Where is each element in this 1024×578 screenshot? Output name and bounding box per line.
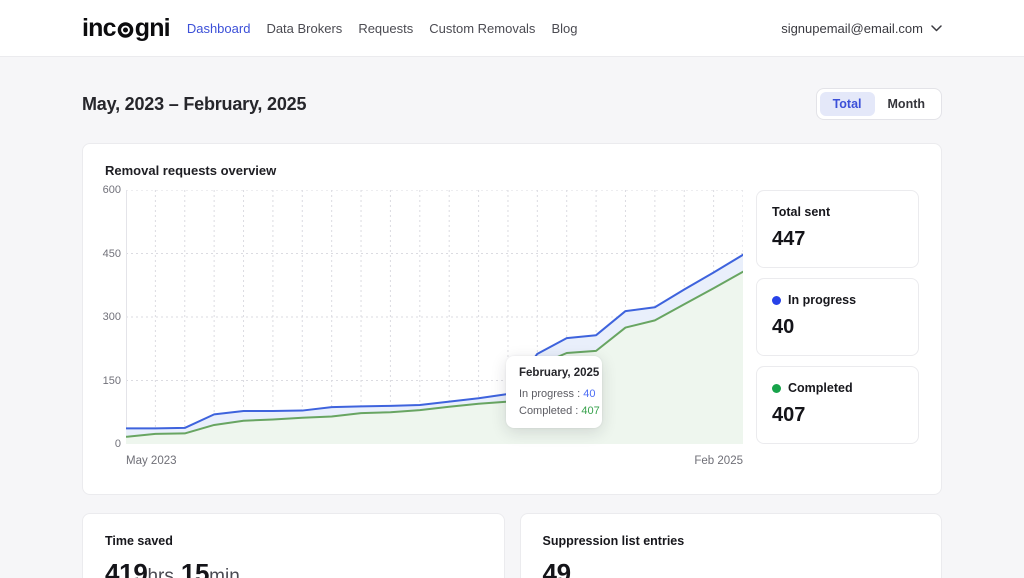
stat-label-total-sent: Total sent (772, 205, 831, 219)
removal-requests-card: Removal requests overview 0 150 300 450 600 … (82, 143, 942, 495)
logo-o-icon (117, 22, 134, 38)
x-axis-labels: May 2023 Feb 2025 (126, 455, 743, 467)
account-menu-trigger[interactable]: signupemail@email.com (781, 21, 942, 36)
time-saved-minutes: 15 (173, 558, 210, 578)
time-saved-card: Time saved 419hrs 15min (82, 513, 505, 578)
stat-card-completed: Completed 407 (756, 366, 919, 444)
y-axis-tick-label: 600 (102, 184, 121, 196)
nav-item-custom-removals[interactable]: Custom Removals (429, 21, 535, 36)
dashboard-main: May, 2023 – February, 2025 Total Month R… (0, 88, 1024, 578)
tooltip-title: February, 2025 (519, 367, 600, 379)
chart-area: 0 150 300 450 600 February, 2025 In progress… (102, 184, 743, 467)
in-progress-dot-icon (772, 295, 781, 305)
chart-tooltip: February, 2025 In progress : 40 Complete… (506, 356, 602, 428)
stat-label-completed: Completed (788, 381, 853, 395)
suppression-value: 49 (542, 558, 572, 578)
nav-item-requests[interactable]: Requests (358, 21, 413, 36)
stat-card-in-progress: In progress 40 (756, 278, 919, 356)
stat-label-in-progress: In progress (788, 293, 857, 307)
area-chart (126, 190, 743, 444)
main-nav: Dashboard Data Brokers Requests Custom R… (187, 21, 578, 36)
chart-stats-column: Total sent 447 In progress 40 Completed (756, 190, 919, 467)
x-axis-label-start: May 2023 (126, 455, 177, 467)
period-toggle: Total Month (815, 88, 942, 120)
time-saved-hours: 419 (105, 558, 148, 578)
logo-text-prefix: inc (82, 13, 117, 42)
toggle-month-button[interactable]: Month (875, 92, 938, 116)
logo-text-suffix: gni (134, 13, 171, 42)
account-email: signupemail@email.com (781, 20, 923, 36)
tooltip-row-in-progress: In progress : 40 (519, 388, 596, 400)
page-title: May, 2023 – February, 2025 (82, 93, 307, 114)
chart-plot[interactable]: February, 2025 In progress : 40 Complete… (126, 190, 743, 444)
y-axis-tick-label: 450 (102, 247, 121, 260)
time-saved-value: 419hrs 15min (105, 558, 482, 578)
time-saved-hours-unit: hrs (147, 566, 174, 578)
completed-dot-icon (772, 383, 781, 393)
y-axis-tick-label: 150 (102, 374, 121, 387)
suppression-title: Suppression list entries (542, 534, 685, 548)
chart-title: Removal requests overview (105, 163, 277, 178)
y-axis-labels: 0 150 300 450 600 (102, 184, 126, 450)
brand-logo[interactable]: inc gni (82, 13, 171, 43)
top-nav-bar: inc gni Dashboard Data Brokers Requests … (0, 0, 1024, 57)
y-axis-tick-label: 300 (102, 311, 121, 323)
tooltip-value-in-progress: 40 (583, 388, 596, 400)
stat-value-completed: 407 (772, 404, 806, 426)
x-axis-label-end: Feb 2025 (694, 455, 743, 467)
stat-value-in-progress: 40 (772, 316, 795, 338)
time-saved-minutes-unit: min (209, 566, 240, 578)
toggle-total-button[interactable]: Total (819, 92, 875, 116)
stat-value-total-sent: 447 (772, 228, 806, 250)
nav-item-data-brokers[interactable]: Data Brokers (266, 21, 342, 36)
tooltip-value-completed: 407 (581, 405, 600, 417)
stat-card-total-sent: Total sent 447 (756, 190, 919, 268)
chevron-down-icon (931, 24, 942, 31)
time-saved-title: Time saved (105, 534, 173, 548)
tooltip-row-completed: Completed : 407 (519, 405, 600, 417)
nav-item-blog[interactable]: Blog (551, 21, 577, 36)
nav-item-dashboard[interactable]: Dashboard (187, 21, 251, 36)
y-axis-tick-label: 0 (114, 438, 121, 450)
suppression-list-card: Suppression list entries 49 (519, 513, 942, 578)
